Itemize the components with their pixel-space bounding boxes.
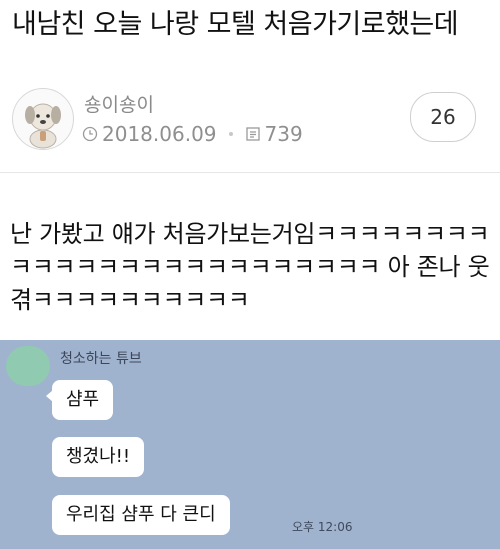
chat-bubble[interactable]: 챙겼나!! xyxy=(52,437,145,477)
chat-sender-name: 청소하는 튜브 xyxy=(60,351,142,367)
screenshot: 내남친 오늘 나랑 모텔 처음가기로했는데 숑이숑이 2018.06.09 73… xyxy=(0,0,500,549)
comment-count-button[interactable]: 26 xyxy=(410,92,476,142)
meta-separator xyxy=(228,132,233,136)
author-row: 숑이숑이 2018.06.09 739 26 xyxy=(0,84,500,160)
puppy-avatar-icon xyxy=(25,103,61,149)
chat-bubble[interactable]: 샴푸 xyxy=(45,380,114,420)
chat-bubble[interactable]: 우리집 샴푸 다 큰디 xyxy=(52,495,230,535)
post-title: 내남친 오늘 나랑 모텔 처음가기로했는데 xyxy=(12,9,459,40)
message-timestamp: 오후 12:06 xyxy=(292,520,353,534)
author-avatar[interactable] xyxy=(12,88,74,150)
view-count: 739 xyxy=(264,122,303,146)
divider xyxy=(0,172,500,173)
chat-screenshot: 청소하는 튜브 샴푸 챙겼나!! 우리집 샴푸 다 큰디 오후 12:06 xyxy=(0,340,500,549)
post-body: 난 가봤고 얘가 처음가보는거임ㅋㅋㅋㅋㅋㅋㅋㅋㅋㅋㅋㅋㅋㅋㅋㅋㅋㅋㅋㅋㅋㅋㅋㅋ… xyxy=(10,220,490,314)
chat-avatar[interactable] xyxy=(6,346,50,386)
post-meta: 2018.06.09 739 xyxy=(82,122,303,146)
clock-icon xyxy=(82,126,98,142)
post-date: 2018.06.09 xyxy=(102,122,217,146)
author-name[interactable]: 숑이숑이 xyxy=(84,90,154,117)
views-icon xyxy=(245,127,260,141)
